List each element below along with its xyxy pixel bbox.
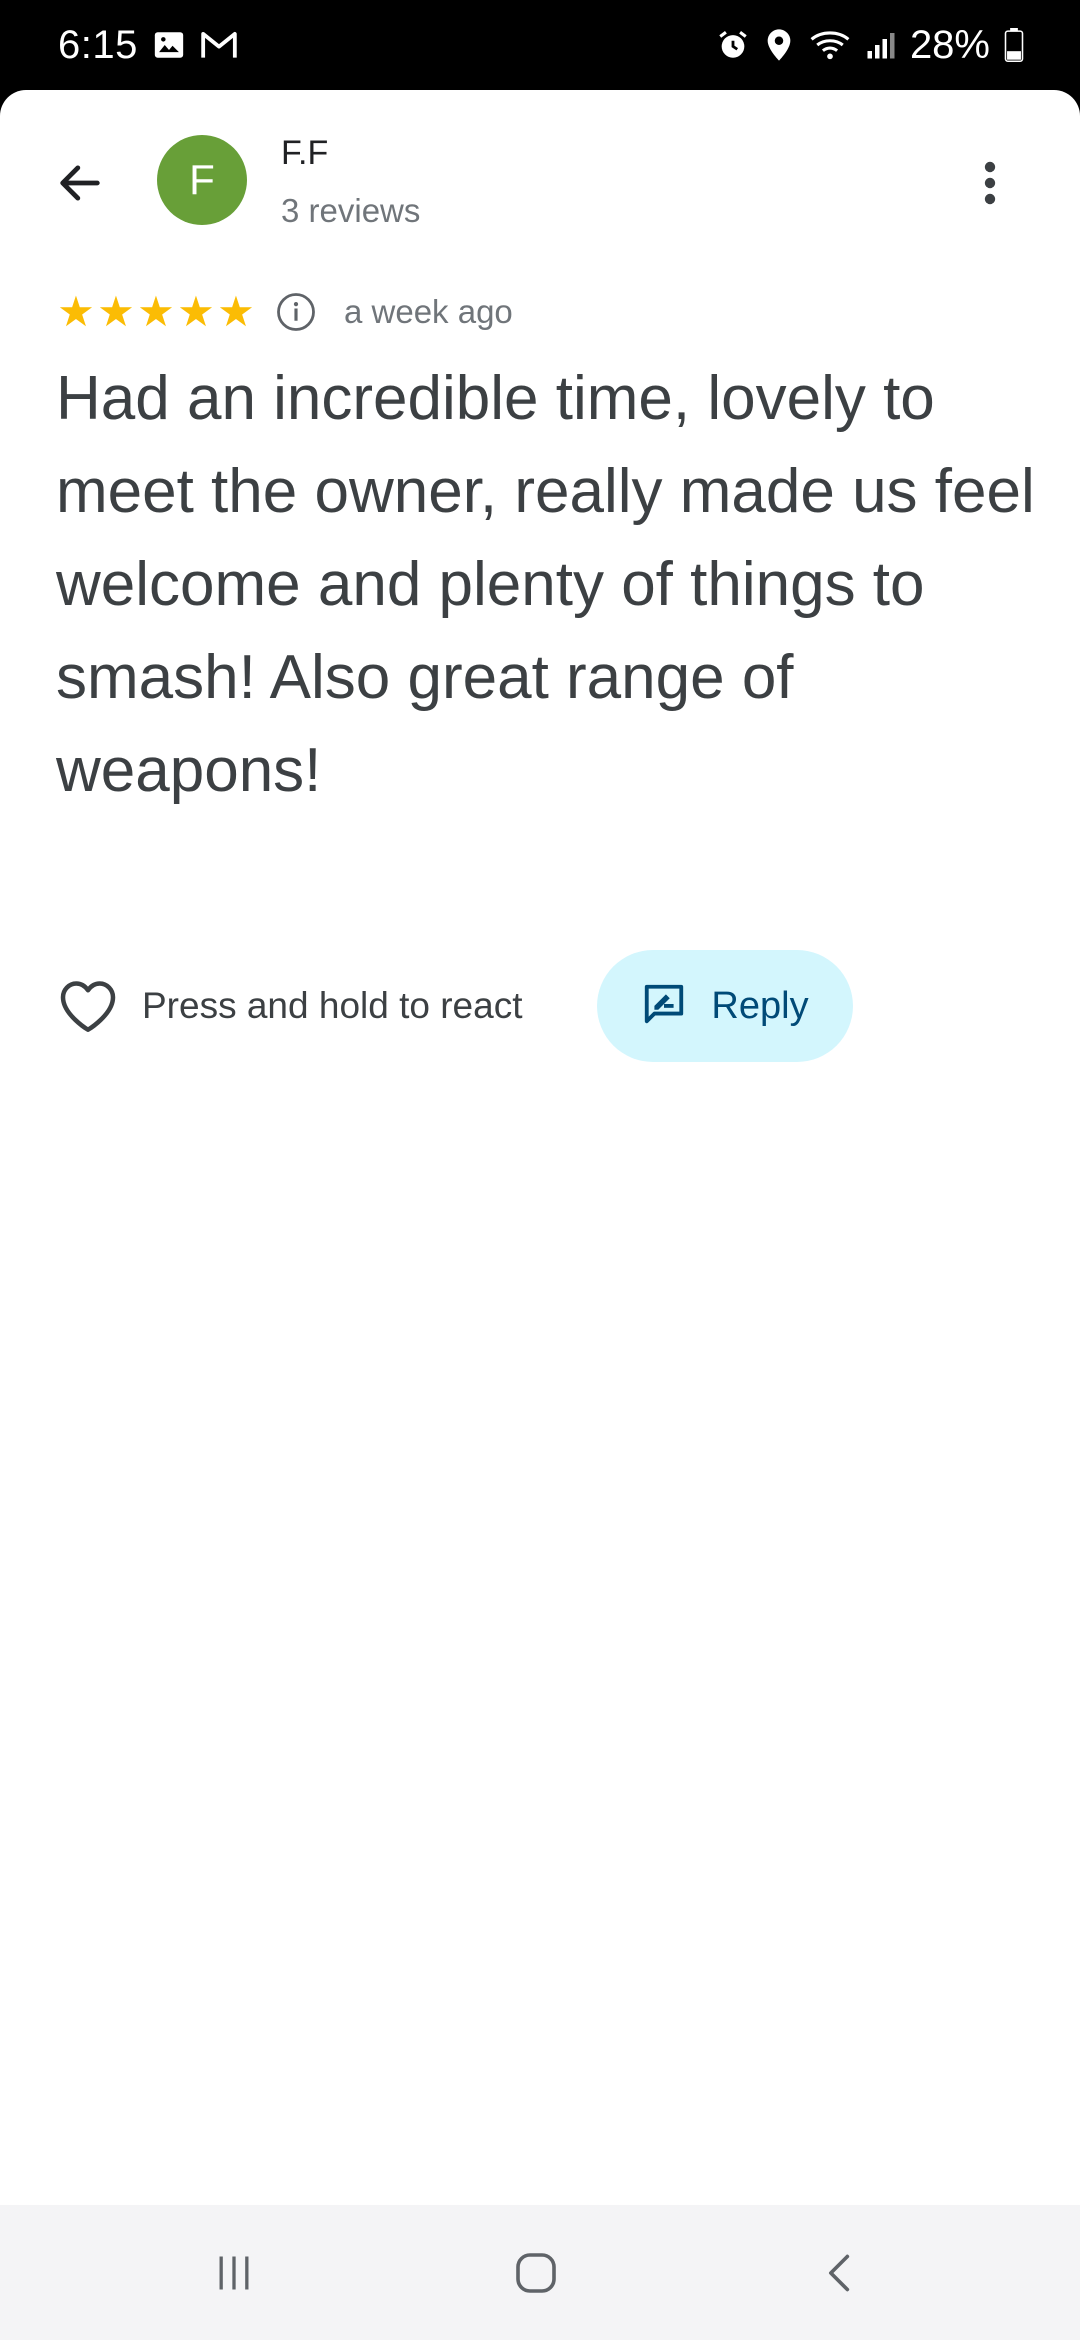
- review-text: Had an incredible time, lovely to meet t…: [56, 364, 1035, 805]
- status-left: 6:15: [58, 23, 238, 68]
- star-icon: ★: [57, 288, 95, 335]
- react-label: Press and hold to react: [142, 985, 523, 1026]
- more-vertical-icon: [984, 161, 996, 210]
- gmail-icon: [200, 29, 238, 61]
- avatar-letter: F: [189, 156, 215, 203]
- rating-row: ★ ★ ★ ★ ★ a week ago: [56, 287, 513, 337]
- review-sheet: F F.F 3 reviews ★ ★ ★ ★ ★ a week ago Had…: [0, 90, 1080, 2205]
- heart-icon: [56, 974, 120, 1038]
- home-button[interactable]: [496, 2235, 576, 2315]
- location-icon: [764, 28, 794, 62]
- react-button[interactable]: Press and hold to react: [56, 950, 523, 1062]
- signal-icon: [866, 30, 896, 60]
- chevron-left-icon: [818, 2249, 862, 2302]
- status-time: 6:15: [58, 22, 138, 67]
- alarm-icon: [716, 28, 750, 62]
- review-header: F F.F 3 reviews: [0, 90, 1080, 270]
- nav-back-button[interactable]: [800, 2235, 880, 2315]
- battery-icon: [1004, 28, 1024, 62]
- status-right: 28%: [716, 23, 1024, 68]
- star-icon: ★: [177, 288, 215, 335]
- recents-button[interactable]: [194, 2235, 274, 2315]
- star-icon: ★: [217, 288, 255, 335]
- gallery-icon: [152, 28, 186, 62]
- avatar[interactable]: F: [157, 135, 247, 225]
- more-options-button[interactable]: [950, 145, 1030, 225]
- reply-button[interactable]: Reply: [597, 950, 853, 1062]
- status-bar: 6:15 28%: [0, 0, 1080, 90]
- star-icon: ★: [137, 288, 175, 335]
- info-icon[interactable]: [274, 290, 318, 334]
- review-time: a week ago: [344, 293, 513, 330]
- reviewer-review-count: 3 reviews: [281, 192, 421, 229]
- reply-icon: [641, 981, 687, 1032]
- system-nav-bar: [0, 2205, 1080, 2340]
- recents-icon: [212, 2251, 256, 2300]
- reviewer-name[interactable]: F.F: [281, 134, 328, 173]
- star-icon: ★: [97, 288, 135, 335]
- reply-label: Reply: [711, 984, 809, 1027]
- battery-percent: 28%: [909, 22, 990, 67]
- wifi-icon: [808, 28, 852, 62]
- back-button[interactable]: [40, 145, 120, 225]
- star-rating: ★ ★ ★ ★ ★: [56, 291, 256, 333]
- arrow-left-icon: [54, 157, 106, 214]
- home-icon: [512, 2249, 560, 2302]
